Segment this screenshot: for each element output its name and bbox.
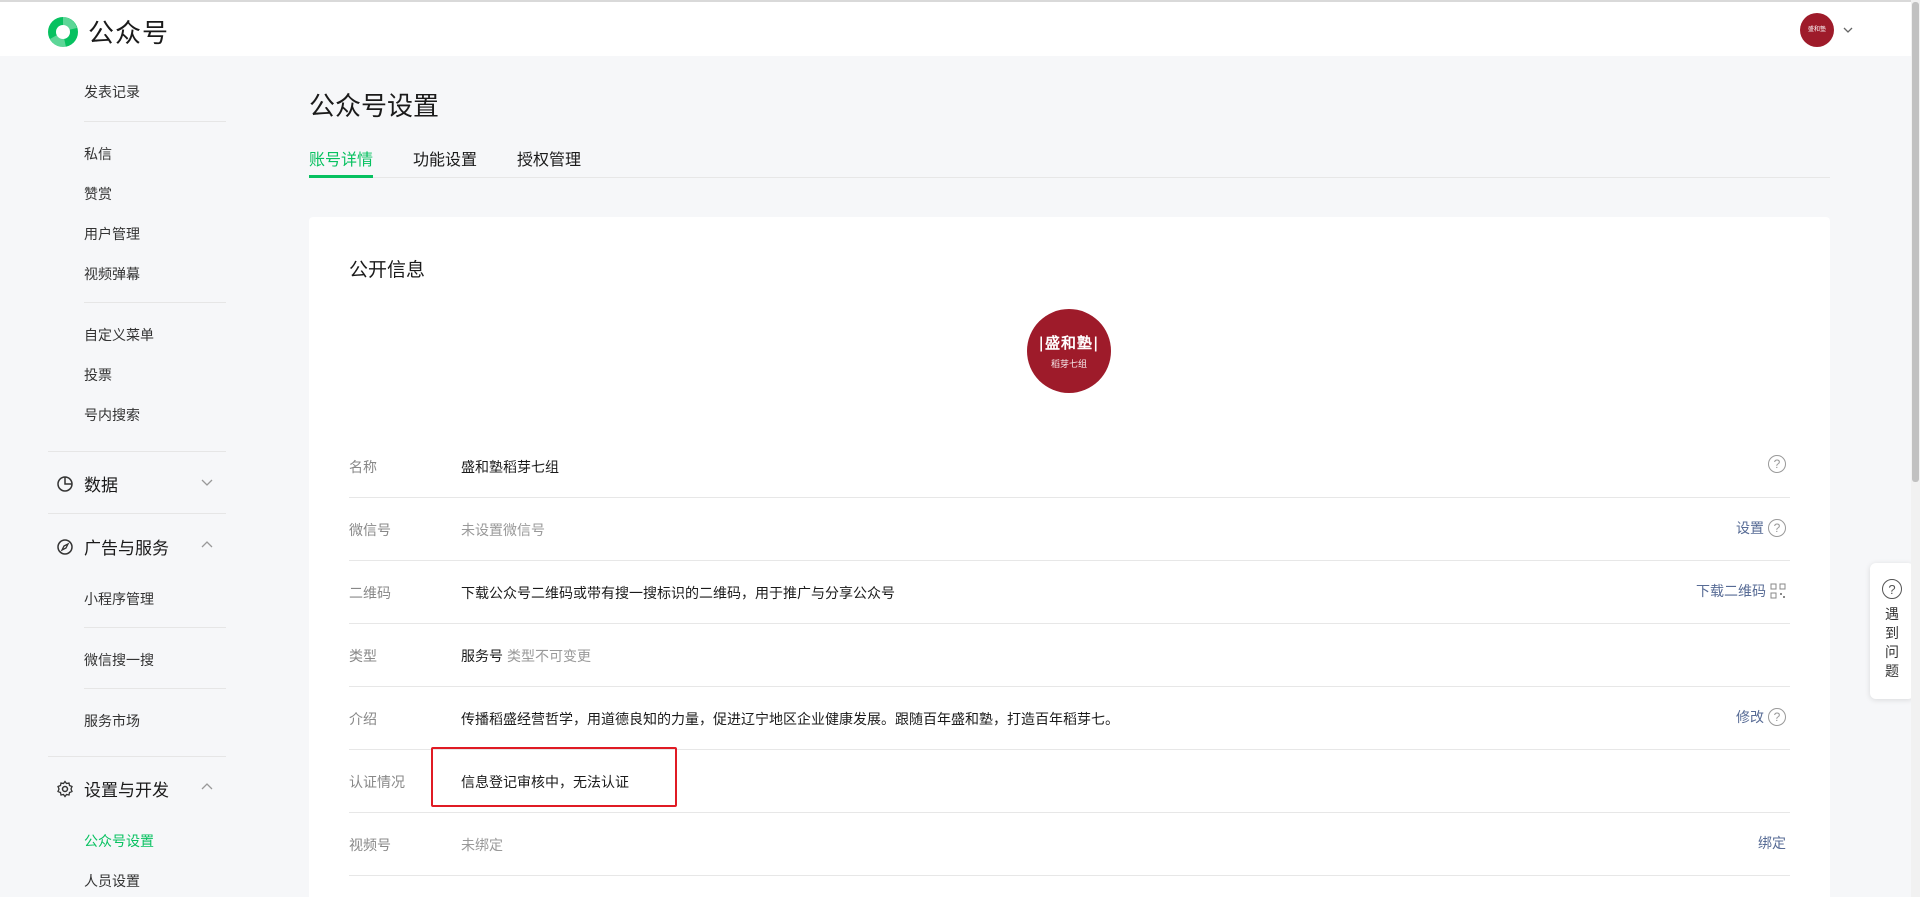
app-name: 公众号: [88, 18, 170, 48]
info-row-channels: 视频号 未绑定 绑定: [349, 813, 1790, 876]
help-icon[interactable]: ?: [1768, 519, 1786, 537]
tab-authorization[interactable]: 授权管理: [517, 146, 581, 170]
sidebar-group-label: 设置与开发: [84, 781, 169, 800]
sidebar-item-member-settings[interactable]: 人员设置: [84, 871, 140, 891]
divider: [84, 627, 226, 628]
compass-icon: [57, 538, 73, 555]
tab-active-indicator: [309, 175, 373, 178]
row-label: 视频号: [349, 837, 391, 853]
chevron-up-icon[interactable]: [200, 780, 214, 794]
scrollbar[interactable]: [1911, 0, 1920, 897]
row-value: 传播稻盛经营哲学，用道德良知的力量，促进辽宁地区企业健康发展。跟随百年盛和塾，打…: [461, 711, 1119, 727]
page-title: 公众号设置: [309, 91, 440, 121]
sidebar-item-service-market[interactable]: 服务市场: [84, 711, 140, 731]
sidebar: 发表记录 私信 赞赏 用户管理 视频弹幕 自定义菜单 投票 号内搜索 数据 广告…: [0, 56, 240, 897]
info-row-qrcode: 二维码 下载公众号二维码或带有搜一搜标识的二维码，用于推广与分享公众号 下载二维…: [349, 561, 1790, 624]
divider: [48, 513, 226, 514]
set-wechat-id-link[interactable]: 设置: [1736, 518, 1764, 538]
divider: [48, 756, 226, 757]
help-float-label: 遇到问题: [1885, 606, 1899, 679]
help-icon[interactable]: ?: [1768, 708, 1786, 726]
qrcode-icon[interactable]: [1770, 583, 1786, 599]
row-label: 介绍: [349, 711, 377, 727]
download-qrcode-link[interactable]: 下载二维码: [1696, 581, 1766, 601]
user-menu[interactable]: 盛和塾: [1800, 13, 1854, 47]
row-action: 绑定: [1758, 833, 1786, 853]
help-float-button[interactable]: ? 遇到问题: [1870, 563, 1914, 699]
help-icon: ?: [1882, 579, 1902, 599]
sidebar-item-user-management[interactable]: 用户管理: [84, 224, 140, 244]
row-label: 类型: [349, 648, 377, 664]
sidebar-item-messages[interactable]: 私信: [84, 144, 112, 164]
section-title: 公开信息: [349, 260, 426, 281]
sidebar-group-label: 数据: [84, 476, 118, 495]
top-bar: 公众号 盛和塾: [0, 0, 1911, 56]
info-row-type: 类型 服务号 类型不可变更: [349, 624, 1790, 687]
gear-icon: [57, 779, 73, 798]
chevron-down-icon[interactable]: [1842, 24, 1854, 36]
sidebar-item-rewards[interactable]: 赞赏: [84, 184, 112, 204]
help-icon[interactable]: ?: [1768, 455, 1786, 473]
tab-account-details[interactable]: 账号详情: [309, 146, 373, 170]
sidebar-item-account-settings[interactable]: 公众号设置: [84, 831, 154, 851]
row-action: 设置 ?: [1736, 518, 1786, 538]
divider: [48, 451, 226, 452]
sidebar-item-publish-records[interactable]: 发表记录: [84, 82, 140, 102]
scrollbar-thumb[interactable]: [1912, 2, 1919, 482]
sidebar-item-in-account-search[interactable]: 号内搜索: [84, 405, 140, 425]
row-value: 盛和塾稻芽七组: [461, 459, 559, 475]
account-type: 服务号: [461, 648, 503, 664]
pie-chart-icon: [57, 475, 73, 492]
info-row-intro: 介绍 传播稻盛经营哲学，用道德良知的力量，促进辽宁地区企业健康发展。跟随百年盛和…: [349, 687, 1790, 750]
sidebar-item-video-danmaku[interactable]: 视频弹幕: [84, 264, 140, 284]
row-label: 认证情况: [349, 774, 405, 790]
sidebar-group-label: 广告与服务: [84, 539, 169, 558]
row-action: ?: [1764, 455, 1786, 473]
divider: [84, 688, 226, 689]
sidebar-item-miniprogram[interactable]: 小程序管理: [84, 589, 154, 609]
account-avatar[interactable]: |盛和塾| 稻芽七组: [1027, 309, 1111, 393]
logo[interactable]: 公众号: [46, 13, 169, 50]
row-label: 名称: [349, 459, 377, 475]
tab-function-settings[interactable]: 功能设置: [413, 146, 477, 170]
row-value: 未绑定: [461, 837, 503, 853]
highlight-annotation-box: [431, 747, 677, 807]
info-row-name: 名称 盛和塾稻芽七组 ?: [349, 435, 1790, 498]
sidebar-group-ads-services[interactable]: 广告与服务: [56, 534, 169, 559]
sidebar-item-wechat-search[interactable]: 微信搜一搜: [84, 650, 154, 670]
row-value: 服务号 类型不可变更: [461, 646, 591, 666]
sidebar-item-voting[interactable]: 投票: [84, 365, 112, 385]
row-label: 二维码: [349, 585, 391, 601]
row-label: 微信号: [349, 522, 391, 538]
avatar-text: 盛和塾: [1807, 27, 1826, 33]
wechat-official-account-logo-icon: [48, 16, 78, 47]
avatar[interactable]: 盛和塾: [1800, 13, 1834, 47]
type-note: 类型不可变更: [507, 648, 591, 664]
divider: [84, 121, 226, 122]
row-action: 修改 ?: [1736, 707, 1786, 727]
bind-channels-link[interactable]: 绑定: [1758, 833, 1786, 853]
chevron-up-icon[interactable]: [200, 538, 214, 552]
row-value: 下载公众号二维码或带有搜一搜标识的二维码，用于推广与分享公众号: [461, 585, 895, 601]
row-action: 下载二维码: [1696, 581, 1786, 601]
avatar-main-text: |盛和塾|: [1038, 334, 1100, 352]
sidebar-item-custom-menu[interactable]: 自定义菜单: [84, 325, 154, 345]
sidebar-group-settings-dev[interactable]: 设置与开发: [56, 776, 169, 801]
row-value: 未设置微信号: [461, 522, 545, 538]
avatar-sub-text: 稻芽七组: [1050, 359, 1087, 369]
divider: [84, 302, 226, 303]
sidebar-group-data[interactable]: 数据: [56, 471, 118, 496]
info-row-wechat-id: 微信号 未设置微信号 设置 ?: [349, 498, 1790, 561]
chevron-down-icon[interactable]: [200, 475, 214, 489]
edit-intro-link[interactable]: 修改: [1736, 707, 1764, 727]
tab-bar: 账号详情 功能设置 授权管理: [309, 142, 1830, 178]
